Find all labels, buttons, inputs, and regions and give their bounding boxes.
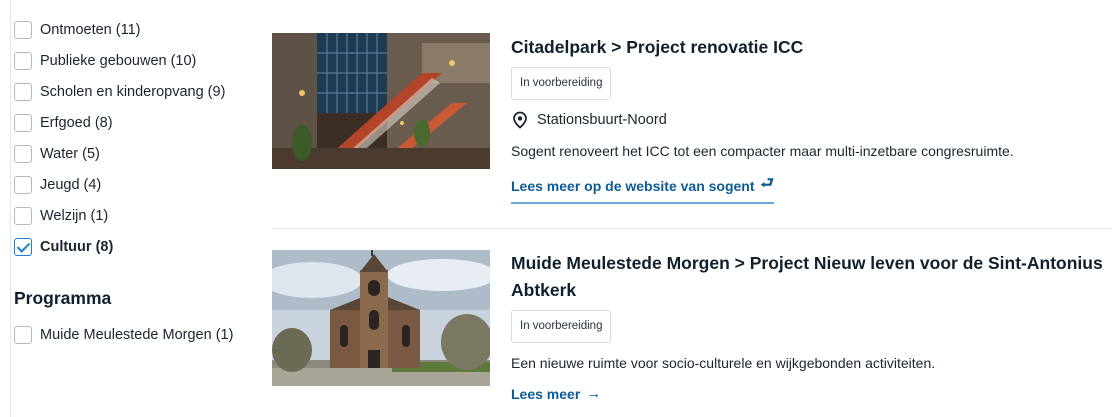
programma-heading: Programma — [14, 288, 112, 308]
project-description: Sogent renoveert het ICC tot een compact… — [511, 143, 1014, 159]
facet-publieke-gebouwen[interactable]: Publieke gebouwen (10) — [14, 45, 254, 76]
facet-jeugd[interactable]: Jeugd (4) — [14, 169, 254, 200]
project-info: Muide Meulestede Morgen > Project Nieuw … — [511, 250, 1111, 406]
facet-label: Jeugd (4) — [40, 176, 102, 193]
project-image-church[interactable] — [272, 250, 490, 386]
facet-ontmoeten[interactable]: Ontmoeten (11) — [14, 14, 254, 45]
checkbox[interactable] — [14, 82, 32, 101]
project-result: Muide Meulestede Morgen > Project Nieuw … — [272, 250, 1112, 417]
facet-scholen[interactable]: Scholen en kinderopvang (9) — [14, 76, 254, 107]
project-title[interactable]: Citadelpark > Project renovatie ICC — [511, 34, 1111, 61]
project-result: Citadelpark > Project renovatie ICC In v… — [272, 33, 1112, 229]
facet-muide-meulestede-morgen[interactable]: Muide Meulestede Morgen (1) — [14, 319, 254, 350]
facet-erfgoed[interactable]: Erfgoed (8) — [14, 107, 254, 138]
checkbox[interactable] — [14, 51, 32, 70]
checkbox[interactable] — [14, 175, 32, 194]
facet-label: Ontmoeten (11) — [40, 21, 141, 38]
facet-label: Erfgoed (8) — [40, 114, 113, 131]
link-label: Lees meer — [511, 385, 581, 402]
checkbox[interactable] — [14, 144, 32, 163]
facet-label: Scholen en kinderopvang (9) — [40, 83, 226, 100]
sidebar-divider — [10, 0, 11, 417]
arrow-right-icon: → — [586, 385, 602, 402]
project-description: Een nieuwe ruimte voor socio-culturele e… — [511, 355, 936, 371]
location-label: Stationsbuurt-Noord — [537, 112, 667, 128]
project-image-icc[interactable] — [272, 33, 490, 169]
status-badge: In voorbereiding — [511, 67, 612, 100]
checkbox[interactable] — [14, 20, 32, 39]
read-more-external-link[interactable]: Lees meer op de website van sogent ⮐ — [511, 173, 775, 204]
location-pin-icon — [513, 111, 527, 129]
checkbox[interactable] — [14, 325, 32, 344]
filter-sidebar: Ontmoeten (11) Publieke gebouwen (10) Sc… — [14, 14, 254, 350]
facet-label: Welzijn (1) — [40, 207, 109, 224]
project-title[interactable]: Muide Meulestede Morgen > Project Nieuw … — [511, 250, 1111, 304]
facet-label: Water (5) — [40, 145, 100, 162]
facet-label: Muide Meulestede Morgen (1) — [40, 326, 234, 343]
facet-label: Publieke gebouwen (10) — [40, 52, 197, 69]
checkbox-checked[interactable] — [14, 237, 32, 256]
facet-label: Cultuur (8) — [40, 238, 114, 255]
read-more-link[interactable]: Lees meer → — [511, 385, 601, 406]
facet-water[interactable]: Water (5) — [14, 138, 254, 169]
project-info: Citadelpark > Project renovatie ICC In v… — [511, 33, 1111, 204]
project-location: Stationsbuurt-Noord — [511, 109, 1111, 131]
checkbox[interactable] — [14, 113, 32, 132]
status-badge: In voorbereiding — [511, 310, 612, 343]
checkbox[interactable] — [14, 206, 32, 225]
external-arrow-icon: ⮐ — [760, 175, 775, 192]
facet-cultuur[interactable]: Cultuur (8) — [14, 231, 254, 262]
facet-welzijn[interactable]: Welzijn (1) — [14, 200, 254, 231]
link-label: Lees meer op de website van sogent — [511, 177, 755, 194]
